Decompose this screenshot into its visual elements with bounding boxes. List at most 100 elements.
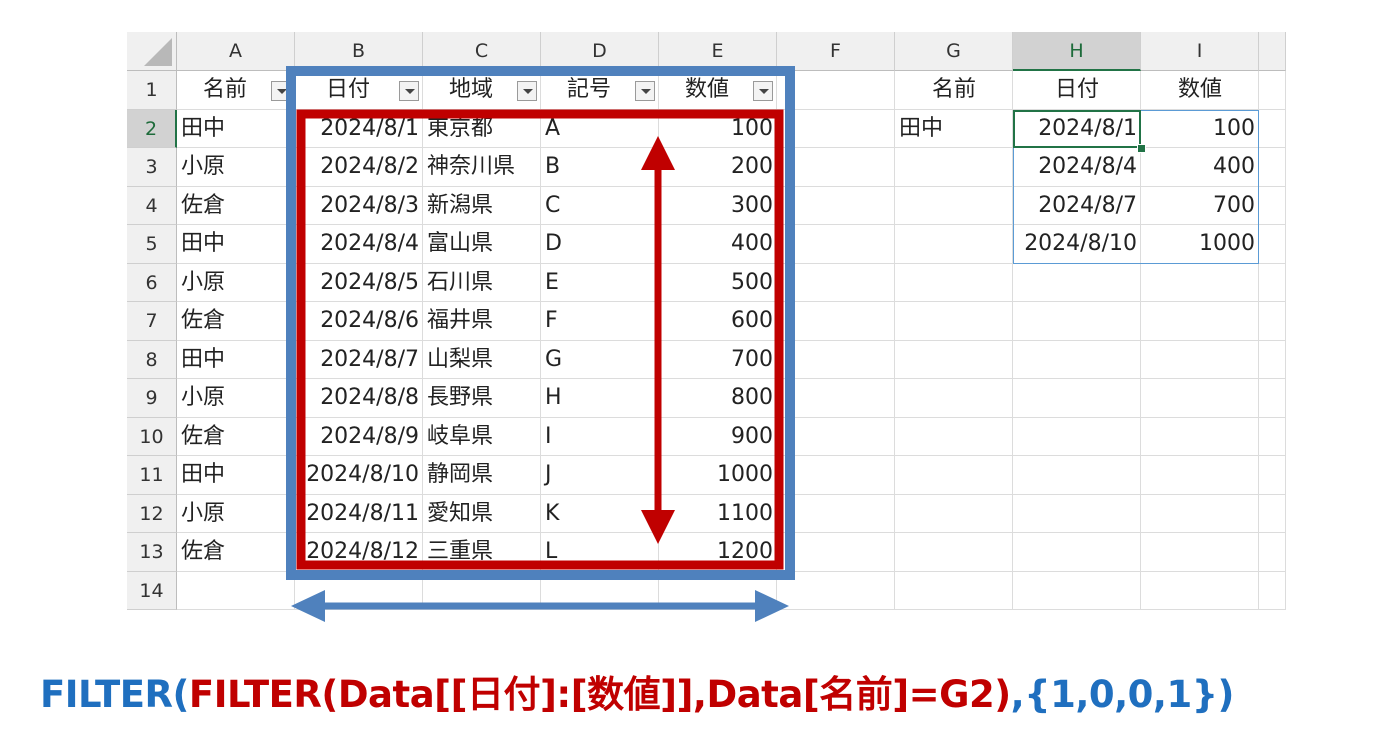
table-cell[interactable]: 600 xyxy=(659,302,777,341)
table-cell[interactable]: 2024/8/2 xyxy=(295,148,423,187)
table-cell[interactable]: 2024/8/3 xyxy=(295,187,423,226)
cell[interactable] xyxy=(1013,456,1141,495)
table-cell[interactable]: C xyxy=(541,187,659,226)
table-cell[interactable]: 三重県 xyxy=(423,533,541,572)
cell[interactable] xyxy=(1259,379,1286,418)
cell[interactable] xyxy=(1141,340,1259,379)
table-cell[interactable]: L xyxy=(541,533,659,572)
table-cell[interactable]: 佐倉 xyxy=(177,187,295,226)
table-cell[interactable]: 小原 xyxy=(177,495,295,534)
table-cell[interactable]: B xyxy=(541,148,659,187)
row-header-5[interactable]: 5 xyxy=(127,225,177,264)
row-header-9[interactable]: 9 xyxy=(127,379,177,418)
table-cell[interactable]: D xyxy=(541,225,659,264)
cell[interactable] xyxy=(659,571,777,610)
cell[interactable] xyxy=(777,148,895,187)
cell[interactable] xyxy=(777,494,895,533)
table-cell[interactable]: 岐阜県 xyxy=(423,418,541,457)
cell[interactable] xyxy=(777,417,895,456)
table-cell[interactable]: 2024/8/1 xyxy=(295,110,423,149)
table-cell[interactable]: 佐倉 xyxy=(177,418,295,457)
cell[interactable] xyxy=(177,571,295,610)
column-header-h[interactable]: H xyxy=(1013,32,1141,71)
cell[interactable] xyxy=(1259,456,1286,495)
cell[interactable] xyxy=(777,225,895,264)
cell[interactable] xyxy=(1259,263,1286,302)
table-cell[interactable]: 2024/8/8 xyxy=(295,379,423,418)
table-cell[interactable]: A xyxy=(541,110,659,149)
cell[interactable] xyxy=(895,340,1013,379)
cell[interactable] xyxy=(1141,417,1259,456)
table-cell[interactable]: 長野県 xyxy=(423,379,541,418)
cell[interactable] xyxy=(1013,302,1141,341)
row-header-2[interactable]: 2 xyxy=(127,109,177,148)
table-cell[interactable]: 田中 xyxy=(177,456,295,495)
cell[interactable] xyxy=(1259,148,1286,187)
column-header-c[interactable]: C xyxy=(423,32,541,71)
table-cell[interactable]: 富山県 xyxy=(423,225,541,264)
cell[interactable] xyxy=(777,379,895,418)
table-cell[interactable]: F xyxy=(541,302,659,341)
cell[interactable] xyxy=(895,494,1013,533)
column-header-a[interactable]: A xyxy=(177,32,295,71)
cell[interactable] xyxy=(1013,263,1141,302)
table-cell[interactable]: 山梨県 xyxy=(423,341,541,380)
row-header-8[interactable]: 8 xyxy=(127,340,177,379)
row-header-4[interactable]: 4 xyxy=(127,186,177,225)
cell[interactable] xyxy=(1259,494,1286,533)
table-cell[interactable]: 1000 xyxy=(659,456,777,495)
cell[interactable] xyxy=(777,109,895,148)
result-header-cell[interactable]: 数値 xyxy=(1141,71,1259,110)
cell[interactable] xyxy=(1259,533,1286,572)
table-cell[interactable]: 新潟県 xyxy=(423,187,541,226)
table-cell[interactable]: 2024/8/7 xyxy=(295,341,423,380)
cell[interactable] xyxy=(1141,571,1259,610)
filter-dropdown-button[interactable] xyxy=(399,81,419,101)
cell[interactable] xyxy=(1013,379,1141,418)
table-cell[interactable]: 小原 xyxy=(177,379,295,418)
result-header-cell[interactable]: 日付 xyxy=(1013,71,1141,110)
table-cell[interactable]: 1200 xyxy=(659,533,777,572)
cell[interactable] xyxy=(895,379,1013,418)
cell[interactable] xyxy=(895,571,1013,610)
cell[interactable] xyxy=(777,340,895,379)
table-cell[interactable]: 500 xyxy=(659,264,777,303)
cell[interactable] xyxy=(1259,417,1286,456)
cell[interactable] xyxy=(895,225,1013,264)
cell[interactable] xyxy=(1141,379,1259,418)
cell[interactable] xyxy=(1141,263,1259,302)
row-header-12[interactable]: 12 xyxy=(127,494,177,533)
filter-dropdown-button[interactable] xyxy=(271,81,291,101)
table-cell[interactable]: 佐倉 xyxy=(177,302,295,341)
cell[interactable] xyxy=(1013,340,1141,379)
table-cell[interactable]: K xyxy=(541,495,659,534)
table-cell[interactable]: 田中 xyxy=(177,110,295,149)
table-cell[interactable]: 2024/8/11 xyxy=(295,495,423,534)
table-cell[interactable]: 1100 xyxy=(659,495,777,534)
cell[interactable] xyxy=(777,71,895,110)
table-cell[interactable]: E xyxy=(541,264,659,303)
table-cell[interactable]: 900 xyxy=(659,418,777,457)
select-all-corner[interactable] xyxy=(127,32,177,71)
filter-dropdown-button[interactable] xyxy=(635,81,655,101)
row-header-1[interactable]: 1 xyxy=(127,71,177,110)
result-header-cell[interactable]: 名前 xyxy=(895,71,1013,110)
cell[interactable] xyxy=(1013,494,1141,533)
table-cell[interactable]: G xyxy=(541,341,659,380)
row-header-13[interactable]: 13 xyxy=(127,533,177,572)
table-cell[interactable]: 300 xyxy=(659,187,777,226)
table-cell[interactable]: 福井県 xyxy=(423,302,541,341)
cell[interactable] xyxy=(1141,456,1259,495)
cell[interactable] xyxy=(1259,302,1286,341)
cell[interactable] xyxy=(895,456,1013,495)
row-header-10[interactable]: 10 xyxy=(127,417,177,456)
cell[interactable] xyxy=(895,302,1013,341)
table-cell[interactable]: 静岡県 xyxy=(423,456,541,495)
row-header-7[interactable]: 7 xyxy=(127,302,177,341)
row-header-3[interactable]: 3 xyxy=(127,148,177,187)
cell[interactable] xyxy=(777,456,895,495)
cell[interactable] xyxy=(1259,71,1286,110)
column-header-f[interactable]: F xyxy=(777,32,895,71)
filter-dropdown-button[interactable] xyxy=(517,81,537,101)
cell[interactable] xyxy=(1141,302,1259,341)
